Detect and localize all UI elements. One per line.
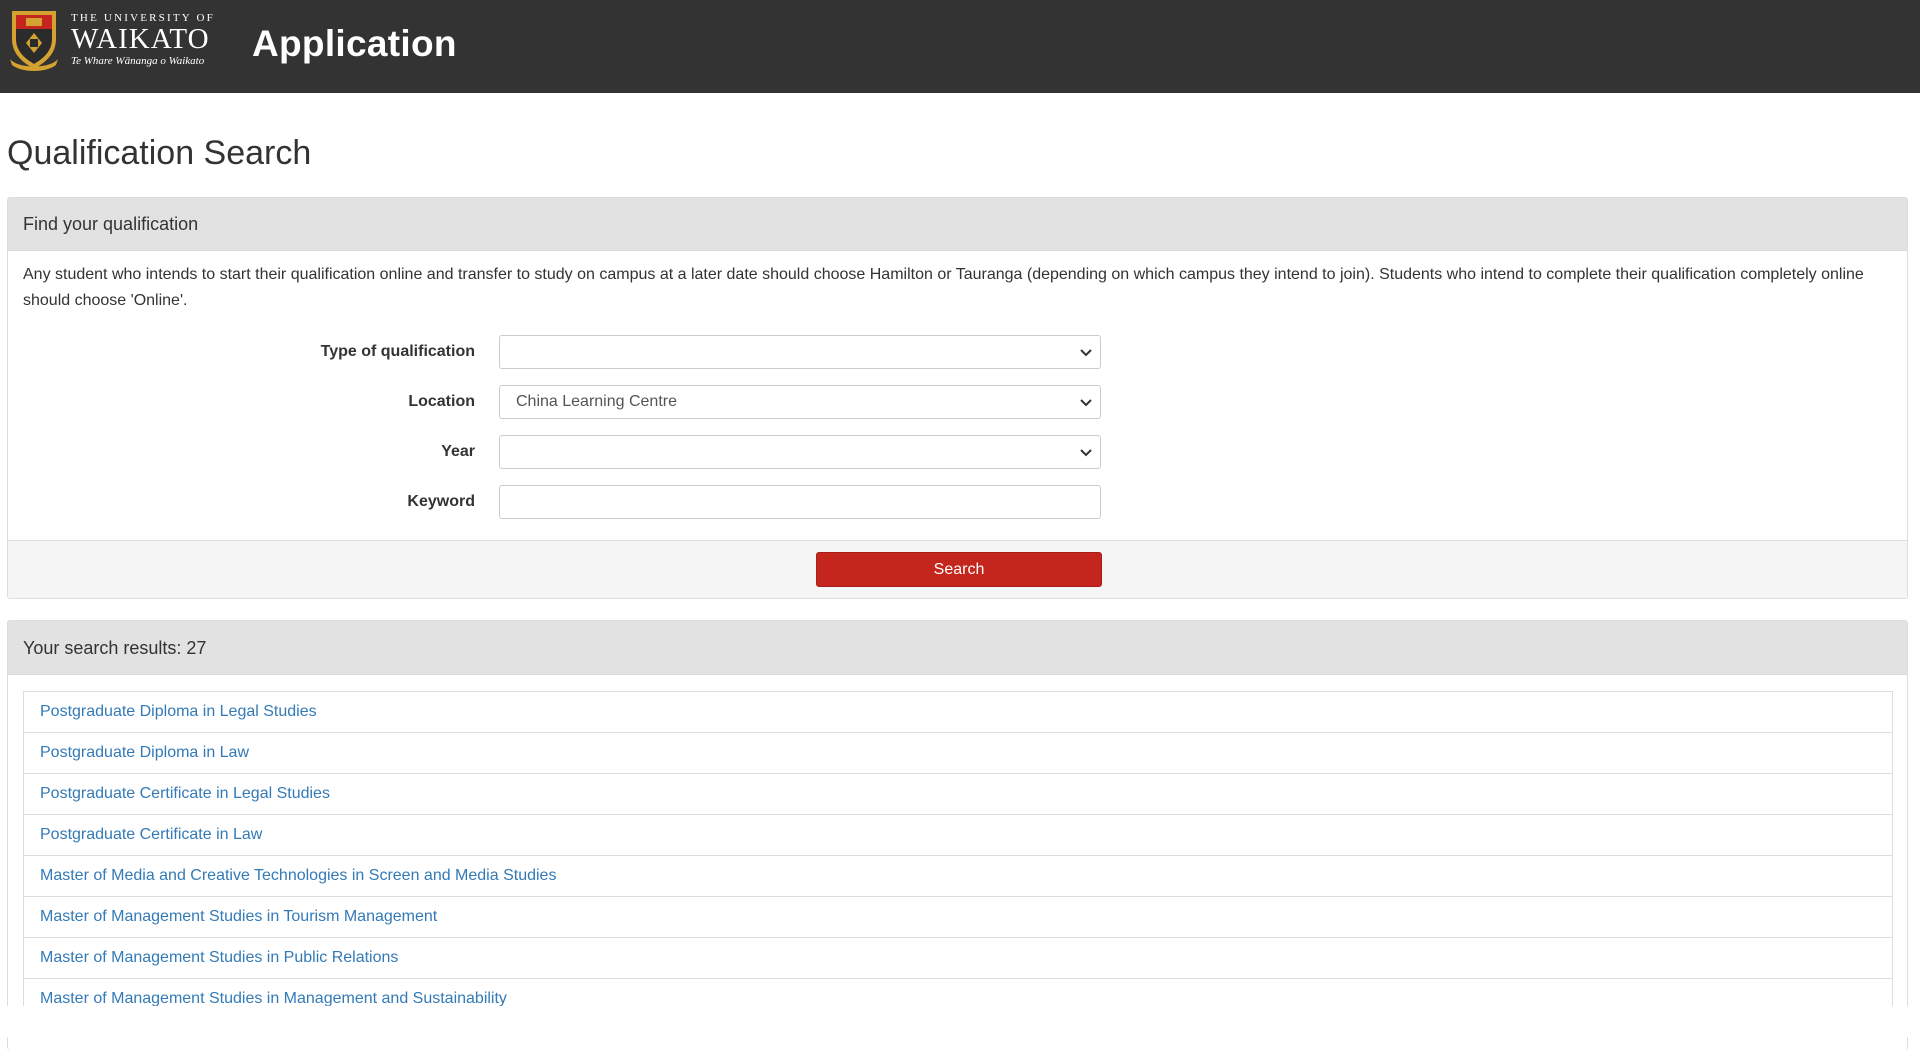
list-item: Master of Management Studies in Tourism …	[23, 897, 1893, 938]
form-row-year: Year	[8, 435, 1108, 469]
search-panel-heading: Find your qualification	[8, 198, 1907, 251]
form-row-keyword: Keyword	[8, 485, 1108, 519]
result-link[interactable]: Master of Management Studies in Tourism …	[40, 908, 437, 925]
list-item: Master of Media and Creative Technologie…	[23, 856, 1893, 897]
type-of-qualification-select[interactable]	[499, 335, 1101, 369]
results-heading: Your search results: 27	[8, 621, 1907, 675]
location-label: Location	[408, 393, 475, 410]
type-of-qualification-label: Type of qualification	[320, 343, 475, 360]
list-item: Postgraduate Diploma in Law	[23, 733, 1893, 774]
form-row-location: Location China Learning Centre	[8, 385, 1108, 419]
keyword-label: Keyword	[407, 493, 475, 510]
list-item: Postgraduate Certificate in Law	[23, 815, 1893, 856]
page-title: Qualification Search	[7, 134, 312, 172]
top-header-bar: THE UNIVERSITY OF WAIKATO Te Whare Wānan…	[0, 0, 1920, 93]
viewport-bottom-edge	[0, 1006, 1920, 1037]
chevron-down-icon	[1080, 349, 1092, 357]
keyword-input[interactable]	[499, 485, 1101, 519]
university-logo[interactable]: THE UNIVERSITY OF WAIKATO Te Whare Wānan…	[8, 9, 214, 72]
year-select[interactable]	[499, 435, 1101, 469]
list-item: Master of Management Studies in Public R…	[23, 938, 1893, 979]
search-panel-footer: Search	[8, 540, 1907, 598]
result-link[interactable]: Master of Management Studies in Public R…	[40, 949, 398, 966]
result-link[interactable]: Postgraduate Certificate in Law	[40, 826, 262, 843]
search-button[interactable]: Search	[816, 552, 1102, 587]
year-label: Year	[441, 443, 475, 460]
result-link[interactable]: Postgraduate Diploma in Law	[40, 744, 249, 761]
logo-line-maori-name: Te Whare Wānanga o Waikato	[71, 55, 205, 67]
result-link[interactable]: Postgraduate Certificate in Legal Studie…	[40, 785, 330, 802]
list-item: Postgraduate Certificate in Legal Studie…	[23, 774, 1893, 815]
chevron-down-icon	[1080, 449, 1092, 457]
search-panel: Find your qualification Any student who …	[7, 197, 1908, 599]
location-select[interactable]: China Learning Centre	[499, 385, 1101, 419]
logo-wordmark: THE UNIVERSITY OF WAIKATO Te Whare Wānan…	[71, 12, 215, 67]
university-crest-icon	[10, 11, 58, 71]
app-title: Application	[252, 23, 457, 64]
search-instructions: Any student who intends to start their q…	[23, 266, 1864, 309]
form-row-type: Type of qualification	[8, 335, 1108, 369]
list-item: Postgraduate Diploma in Legal Studies	[23, 691, 1893, 733]
search-panel-body: Any student who intends to start their q…	[8, 251, 1907, 314]
results-list: Postgraduate Diploma in Legal Studies Po…	[23, 691, 1893, 1020]
result-link[interactable]: Master of Media and Creative Technologie…	[40, 867, 556, 884]
result-link[interactable]: Postgraduate Diploma in Legal Studies	[40, 703, 317, 720]
results-panel: Your search results: 27 Postgraduate Dip…	[7, 620, 1908, 1050]
chevron-down-icon	[1080, 399, 1092, 407]
logo-line-waikato: WAIKATO	[71, 23, 210, 55]
location-value: China Learning Centre	[516, 393, 677, 410]
result-link[interactable]: Master of Management Studies in Manageme…	[40, 990, 507, 1007]
